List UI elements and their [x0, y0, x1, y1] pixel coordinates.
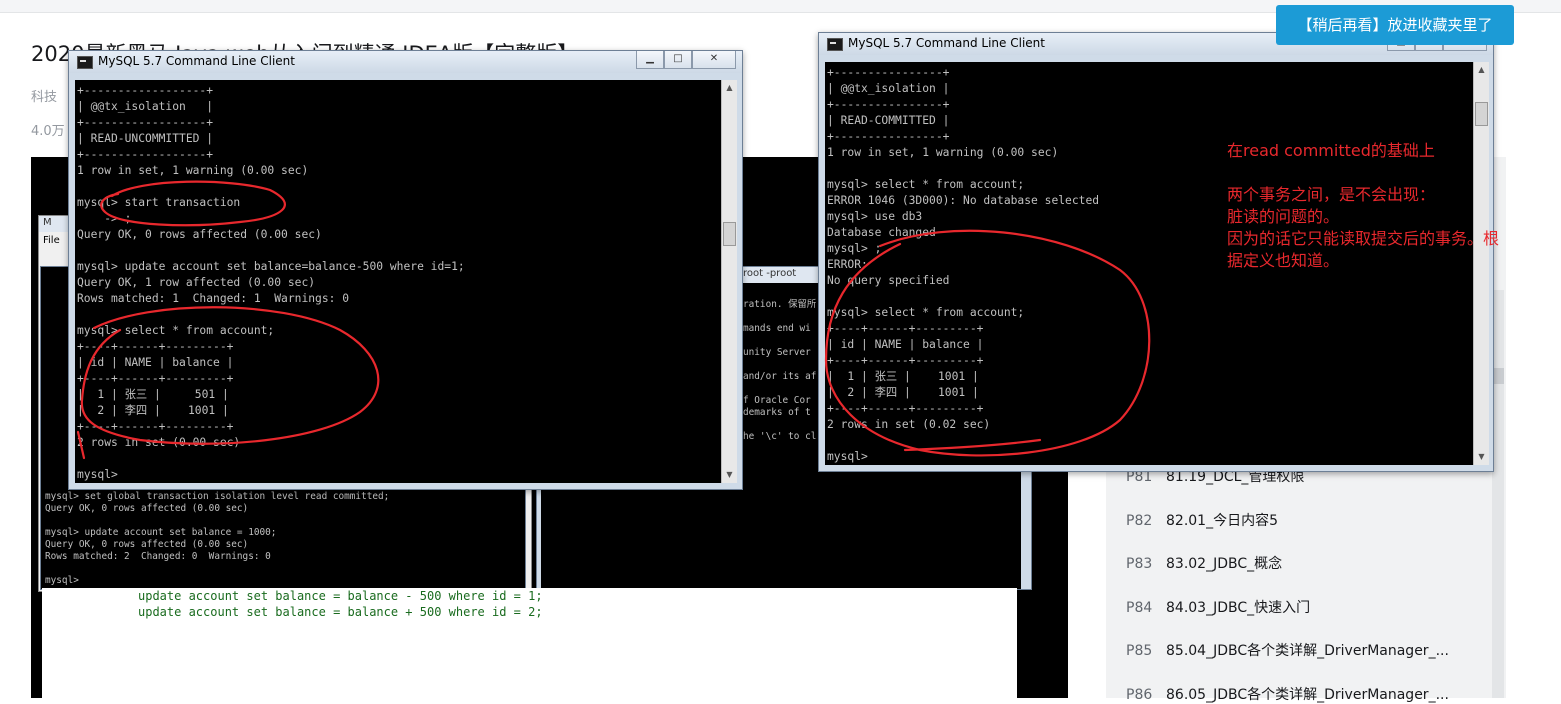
- scroll-thumb[interactable]: [723, 222, 736, 246]
- scroll-up-icon[interactable]: ▲: [722, 80, 737, 96]
- episode-item[interactable]: P86 86.05_JDBC各个类详解_DriverManager_...: [1126, 684, 1449, 704]
- console-output[interactable]: +------------------+ | @@tx_isolation | …: [75, 80, 721, 483]
- scroll-down-icon[interactable]: ▼: [722, 467, 737, 483]
- maximize-button[interactable]: □: [664, 51, 692, 69]
- window-title: MySQL 5.7 Command Line Client: [848, 36, 1045, 50]
- titlebar[interactable]: MySQL 5.7 Command Line Client ▁ □ ✕: [69, 51, 742, 73]
- video-views: 4.0万: [31, 124, 65, 139]
- window-title: MySQL 5.7 Command Line Client: [98, 54, 295, 68]
- episode-item[interactable]: P83 83.02_JDBC_概念: [1126, 553, 1282, 573]
- video-category[interactable]: 科技: [31, 86, 57, 105]
- console-app-icon: [827, 38, 843, 51]
- watch-later-toast: 【稍后再看】放进收藏夹里了: [1276, 5, 1514, 45]
- console-scrollbar[interactable]: ▲ ▼: [721, 80, 737, 483]
- sql-editor: update account set balance = balance - 5…: [42, 588, 1017, 698]
- close-button[interactable]: ✕: [692, 51, 736, 69]
- console-app-icon: [77, 56, 93, 69]
- console-text: +------------------+ | @@tx_isolation | …: [77, 84, 465, 481]
- scroll-down-icon[interactable]: ▼: [1474, 449, 1489, 465]
- episode-item[interactable]: P85 85.04_JDBC各个类详解_DriverManager_...: [1126, 640, 1449, 660]
- behind-console-left-text: mysql> set global transaction isolation …: [45, 491, 390, 586]
- sql-editor-code: update account set balance = balance - 5…: [138, 589, 543, 619]
- mysql-window-left[interactable]: MySQL 5.7 Command Line Client ▁ □ ✕ +---…: [68, 50, 743, 490]
- annotation-note: 在read committed的基础上 两个事务之间，是不会出现： 脏读的问题的…: [1227, 141, 1500, 270]
- scroll-thumb[interactable]: [1475, 102, 1488, 126]
- console-text: +----------------+ | @@tx_isolation | +-…: [827, 66, 1100, 463]
- episode-item[interactable]: P84 84.03_JDBC_快速入门: [1126, 597, 1310, 617]
- workbench-menu-file: File: [43, 235, 60, 246]
- minimize-button[interactable]: ▁: [636, 51, 664, 69]
- episode-item[interactable]: P82 82.01_今日内容5: [1126, 510, 1278, 530]
- scroll-up-icon[interactable]: ▲: [1474, 62, 1489, 78]
- behind-console-mid-text: ration. 保留所 mands end wi unity Server an…: [743, 299, 817, 442]
